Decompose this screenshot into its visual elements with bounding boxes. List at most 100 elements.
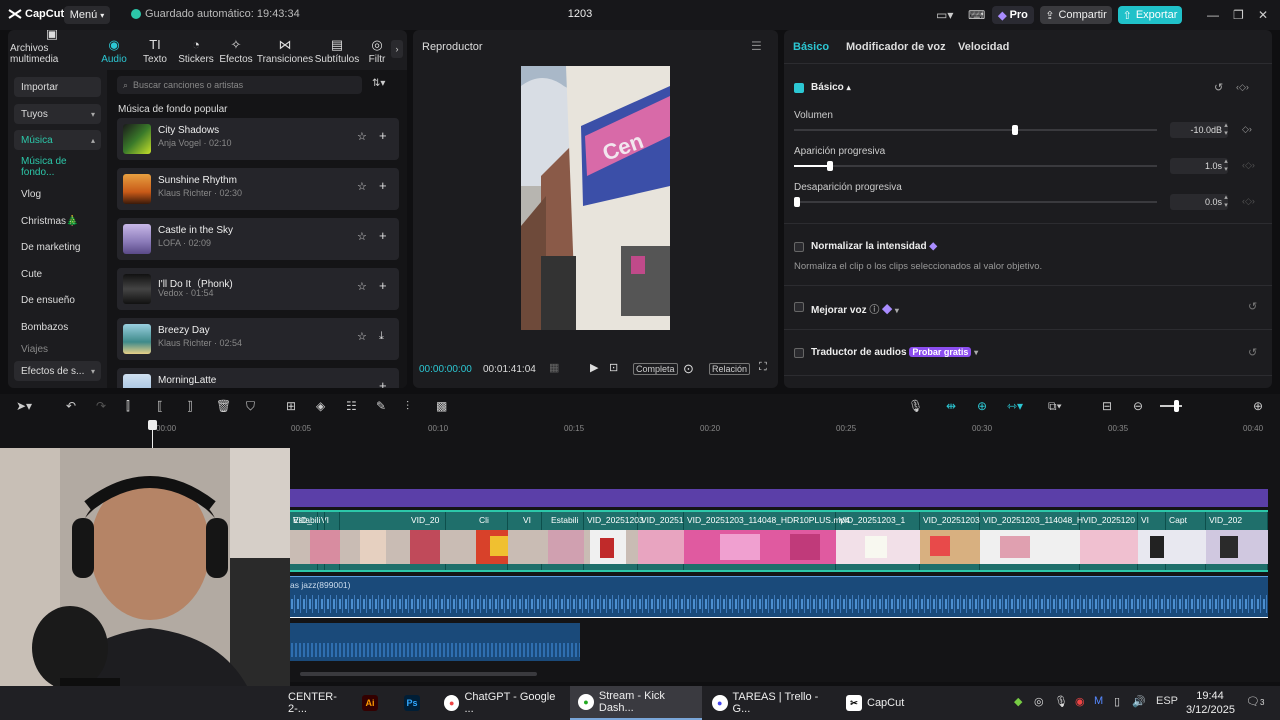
sidebar-item-import[interactable]: Importar <box>14 77 101 97</box>
tab-basic[interactable]: Básico <box>793 41 829 53</box>
clock[interactable]: 19:44 3/12/2025 <box>1186 689 1235 717</box>
fadein-slider-knob[interactable] <box>827 161 833 171</box>
tray-app-icon[interactable]: M <box>1094 695 1103 707</box>
timeline-scrollbar[interactable] <box>300 672 537 676</box>
tool-filters[interactable]: ◎ Filtr <box>366 34 388 68</box>
taskbar-item-kick[interactable]: ● Stream - Kick Dash... <box>570 686 702 720</box>
tool-effects[interactable]: ✧ Efectos <box>219 34 252 68</box>
add-icon[interactable]: + <box>379 378 387 388</box>
list-item[interactable]: MorningLatte + <box>117 368 399 388</box>
zoom-in-icon[interactable]: ⊕ <box>1253 399 1263 413</box>
tab-voice-changer[interactable]: Modificador de voz <box>846 41 946 53</box>
hamburger-icon[interactable]: ☰ <box>751 39 762 53</box>
redo-icon[interactable]: ↷ <box>96 399 106 413</box>
fadeout-slider[interactable] <box>794 197 1157 207</box>
add-icon[interactable]: + <box>379 278 387 293</box>
sidebar-item-travel[interactable]: Viajes <box>14 344 101 354</box>
tool-transitions[interactable]: ⋈ Transiciones <box>257 34 313 68</box>
sidebar-item-music[interactable]: Música ▴ <box>14 130 101 150</box>
reset-icon[interactable]: ↺ <box>1248 300 1257 313</box>
taskbar-item-file[interactable]: CENTER-2-... <box>288 686 344 720</box>
playhead[interactable] <box>152 420 153 450</box>
sidebar-item-marketing[interactable]: De marketing <box>14 237 101 257</box>
search-input[interactable]: ⌕ Buscar canciones o artistas <box>117 76 362 94</box>
stepper-icon[interactable]: ▴ ▾ <box>1220 158 1232 174</box>
crop-icon[interactable]: ⊞ <box>286 399 296 413</box>
link-icon[interactable]: ⇿▾ <box>1007 399 1023 413</box>
split-icon[interactable]: ⫿ <box>126 399 130 414</box>
microphone-icon[interactable]: 🎙 <box>908 399 923 413</box>
adjust-icon[interactable]: ☷ <box>346 399 357 413</box>
fit-icon[interactable]: ⊟ <box>1102 399 1112 413</box>
list-item[interactable]: Castle in the Sky LOFA · 02:09 ☆ + <box>117 218 399 260</box>
tool-media[interactable]: ▣ Archivos multimedia <box>10 30 94 68</box>
taskbar-item-photoshop[interactable]: Ps <box>404 686 420 720</box>
shield-icon[interactable]: ⛉ <box>246 399 255 414</box>
sidebar-item-christmas[interactable]: Christmas🎄 <box>14 211 101 231</box>
enhance-checkbox[interactable] <box>794 302 804 312</box>
basic-checkbox[interactable] <box>794 83 804 93</box>
sidebar-item-yours[interactable]: Tuyos ▾ <box>14 104 101 124</box>
normalize-checkbox[interactable] <box>794 242 804 252</box>
star-icon[interactable]: ☆ <box>357 230 367 243</box>
volume-slider[interactable] <box>794 125 1157 135</box>
basic-section-title[interactable]: Básico ▴ <box>811 82 851 93</box>
sidebar-item-hits[interactable]: Bombazos <box>14 317 101 337</box>
battery-icon[interactable]: ▯ <box>1114 695 1120 708</box>
fullscreen-icon[interactable]: ⛶ <box>759 361 767 374</box>
taskbar-item-illustrator[interactable]: Ai <box>362 686 378 720</box>
video-preview[interactable]: Cen <box>521 66 670 330</box>
caption-icon[interactable]: ▩ <box>436 399 447 413</box>
keyframe-icon[interactable]: ‹◇› <box>1236 82 1249 93</box>
star-icon[interactable]: ☆ <box>357 130 367 143</box>
snapshot-icon[interactable]: ⊙ <box>683 361 694 377</box>
restore-icon[interactable]: ❐ <box>1233 8 1244 22</box>
keyframe-icon[interactable]: ◇› <box>1242 124 1252 135</box>
sidebar-item-sound-effects[interactable]: Efectos de s... ▾ <box>14 361 101 381</box>
try-free-badge[interactable]: Probar gratis <box>909 347 972 357</box>
add-icon[interactable]: + <box>379 128 387 143</box>
tool-subtitles[interactable]: ▤ Subtítulos <box>315 34 359 68</box>
undo-icon[interactable]: ↶ <box>66 399 76 413</box>
filter-icon[interactable]: ⇅▾ <box>372 78 385 89</box>
star-icon[interactable]: ☆ <box>357 280 367 293</box>
language-indicator[interactable]: ESP <box>1156 695 1178 707</box>
link-main-track-icon[interactable]: ⇹ <box>946 399 956 413</box>
audio-wave-icon[interactable]: ⫶ <box>406 399 409 414</box>
reset-icon[interactable]: ↺ <box>1248 346 1257 359</box>
zoom-out-icon[interactable]: ⊖ <box>1133 399 1143 413</box>
taskbar-item-chatgpt[interactable]: ● ChatGPT - Google ... <box>444 686 564 720</box>
play-icon[interactable]: ▶ <box>590 361 598 374</box>
list-item[interactable]: Sunshine Rhythm Klaus Richter · 02:30 ☆ … <box>117 168 399 210</box>
layout-icon[interactable]: ▭▾ <box>936 8 953 22</box>
preview-axis-icon[interactable]: ⧉▾ <box>1048 399 1062 414</box>
effect-track[interactable] <box>290 489 1268 507</box>
sidebar-item-vlog[interactable]: Vlog <box>14 184 101 204</box>
tab-speed[interactable]: Velocidad <box>958 41 1009 53</box>
tray-app-icon[interactable]: ◉ <box>1075 695 1085 708</box>
tray-app-icon[interactable]: ◎ <box>1034 695 1044 708</box>
translator-checkbox[interactable] <box>794 348 804 358</box>
share-button[interactable]: ⇪ Compartir <box>1040 6 1112 24</box>
audio-sync-icon[interactable]: ⊡ <box>609 361 618 374</box>
stepper-icon[interactable]: ▴ ▾ <box>1220 194 1232 210</box>
star-icon[interactable]: ☆ <box>357 330 367 343</box>
taskbar-item-trello[interactable]: ● TAREAS | Trello - G... <box>712 686 836 720</box>
cursor-icon[interactable]: ➤▾ <box>16 399 32 413</box>
list-item[interactable]: I'll Do It（Phonk) Vedox · 01:54 ☆ + <box>117 268 399 310</box>
tool-stickers[interactable]: ◔ Stickers <box>178 34 214 68</box>
tray-app-icon[interactable]: ◆ <box>1014 695 1022 708</box>
download-icon[interactable]: ⤓ <box>379 330 384 343</box>
audio-track-voice[interactable] <box>290 623 580 661</box>
minimize-icon[interactable]: — <box>1207 8 1219 22</box>
magic-icon[interactable]: ✎ <box>376 399 386 413</box>
zoom-slider[interactable] <box>1160 400 1182 412</box>
notification-icon[interactable]: 🗨3 <box>1246 695 1264 708</box>
split-right-icon[interactable]: ⟧ <box>187 399 193 413</box>
pro-button[interactable]: ◆ Pro <box>992 6 1034 24</box>
video-track[interactable]: Estabili VI VID_ VID_20 Cli VI Estabili … <box>290 510 1268 572</box>
sidebar-item-background-music[interactable]: Música de fondo... <box>14 156 101 178</box>
add-icon[interactable]: + <box>379 178 387 193</box>
add-icon[interactable]: + <box>379 228 387 243</box>
taskbar-item-capcut[interactable]: ✂ CapCut <box>846 686 916 720</box>
